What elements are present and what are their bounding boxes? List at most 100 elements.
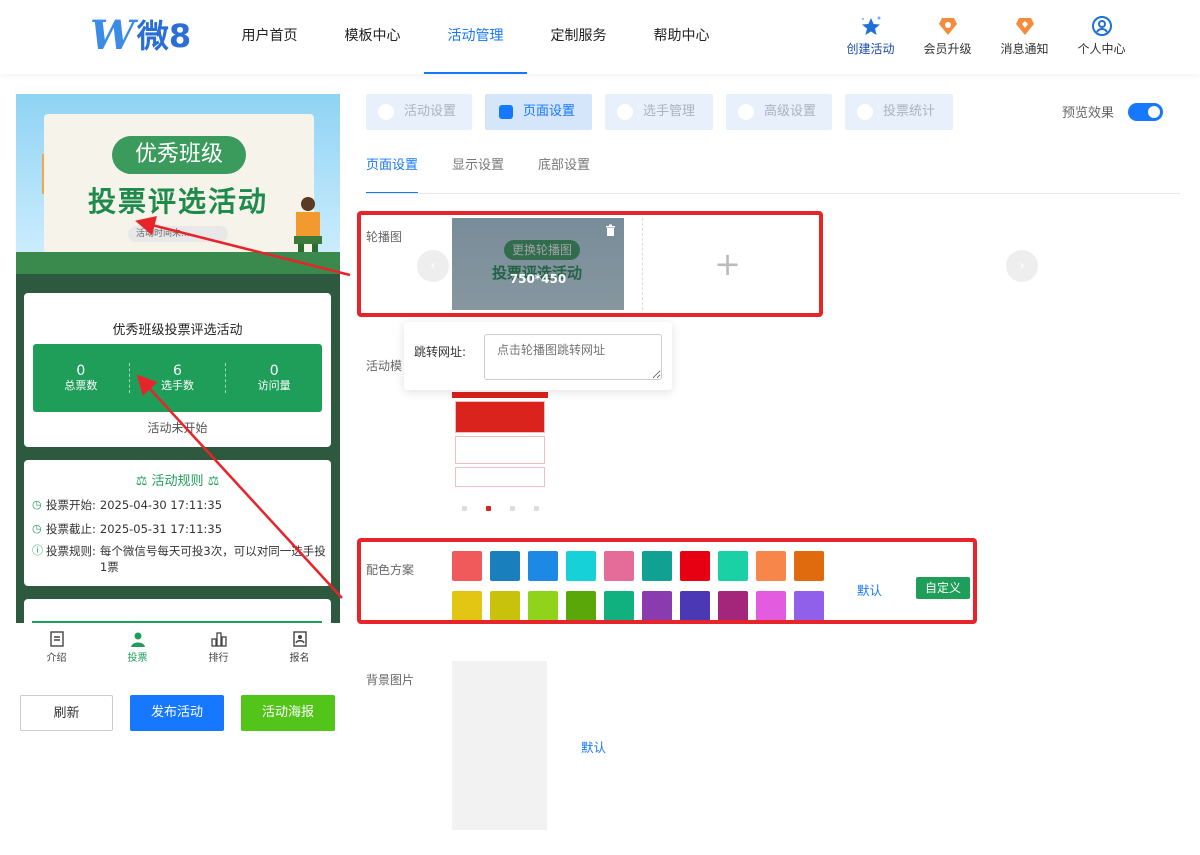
summary-card: 优秀班级投票评选活动 0 总票数 6 选手数 0 访问量 活动未开始 xyxy=(24,293,331,447)
tab-page[interactable]: 页面设置 xyxy=(366,156,419,193)
stat-label: 总票数 xyxy=(64,379,98,392)
rule-key: 投票规则: xyxy=(46,544,96,558)
tab-advanced-settings[interactable]: 高级设置 xyxy=(726,94,832,130)
tab-ranking[interactable]: 排行 xyxy=(178,623,259,669)
template-label: 活动模 xyxy=(366,359,403,373)
thumb-top xyxy=(452,392,548,398)
info-icon: ⓘ xyxy=(32,544,43,557)
thumb-box xyxy=(455,467,545,487)
notifications-label: 消息通知 xyxy=(1000,42,1049,56)
preview-toggle-label: 预览效果 xyxy=(1062,106,1115,121)
tab-display[interactable]: 显示设置 xyxy=(452,156,504,193)
main-nav: 用户首页 模板中心 活动管理 定制服务 帮助中心 xyxy=(218,0,733,74)
jump-url-input[interactable] xyxy=(484,334,662,380)
member-upgrade-label: 会员升级 xyxy=(923,42,972,56)
logo-text: 微8 xyxy=(136,17,192,55)
rule-row: ◷ 投票开始: 2025-04-30 17:11:35 xyxy=(32,497,331,513)
stat-value: 0 xyxy=(269,363,279,379)
rules-heading-text: 活动规则 xyxy=(151,474,204,489)
activity-title: 优秀班级投票评选活动 xyxy=(112,323,243,338)
tab-ranking-label: 排行 xyxy=(208,653,229,664)
stat-total-votes: 0 总票数 xyxy=(33,363,129,393)
background-image-slot[interactable] xyxy=(452,661,547,830)
nav-item-activity-management[interactable]: 活动管理 xyxy=(424,0,527,74)
refresh-button[interactable]: 刷新 xyxy=(20,695,113,731)
bar-chart-icon xyxy=(210,632,227,647)
poster-button[interactable]: 活动海报 xyxy=(241,695,335,731)
stat-label: 访问量 xyxy=(257,379,291,392)
tab-vote[interactable]: 投票 xyxy=(97,623,178,669)
tab-label: 页面设置 xyxy=(523,104,576,119)
logo-w: W xyxy=(90,12,135,59)
activity-status: 活动未开始 xyxy=(147,421,208,435)
default-background-link[interactable]: 默认 xyxy=(581,737,606,756)
rule-value: 每个微信号每天可投3次，可以对同一选手投1票 xyxy=(99,544,326,574)
logo[interactable]: W 微8 xyxy=(90,16,191,56)
header-tools: 创建活动 会员升级 消息通知 个人中心 xyxy=(832,14,1140,57)
badge-icon xyxy=(909,14,986,38)
tab-intro-label: 介绍 xyxy=(46,653,67,664)
preview-toggle[interactable] xyxy=(1128,103,1163,121)
page-settings-tabs: 页面设置 显示设置 底部设置 xyxy=(366,156,1180,194)
tab-label: 高级设置 xyxy=(764,104,817,119)
banner-pill: 优秀班级 xyxy=(112,136,246,174)
member-upgrade-button[interactable]: 会员升级 xyxy=(909,14,986,57)
stat-value: 0 xyxy=(76,363,86,379)
banner-time: 活动时间未... xyxy=(128,226,228,242)
rule-row: ⓘ 投票规则: 每个微信号每天可投3次，可以对同一选手投1票 xyxy=(32,543,331,575)
tab-page-settings[interactable]: 页面设置 xyxy=(485,94,592,130)
tab-label: 选手管理 xyxy=(643,104,696,119)
preview-actions: 刷新 发布活动 活动海报 xyxy=(20,695,335,731)
nav-item-custom-service[interactable]: 定制服务 xyxy=(527,0,630,74)
create-activity-button[interactable]: 创建活动 xyxy=(832,14,909,57)
user-icon xyxy=(617,104,633,120)
settings-tabs: 活动设置 页面设置 选手管理 高级设置 投票统计 xyxy=(366,94,966,130)
profile-button[interactable]: 个人中心 xyxy=(1063,14,1140,57)
tab-activity-settings[interactable]: 活动设置 xyxy=(366,94,472,130)
mobile-preview: 优秀班级 投票评选活动 活动时间未... 优秀班级投票评选活动 0 总票数 6 … xyxy=(16,94,340,628)
profile-label: 个人中心 xyxy=(1077,42,1126,56)
stat-value: 6 xyxy=(173,363,182,379)
tab-footer[interactable]: 底部设置 xyxy=(538,156,590,193)
stats-icon xyxy=(857,104,873,120)
star-icon xyxy=(832,14,909,38)
settings-icon xyxy=(378,104,394,120)
publish-button[interactable]: 发布活动 xyxy=(130,695,224,731)
tab-signup[interactable]: 报名 xyxy=(259,623,340,669)
rules-heading: ⚖ 活动规则 ⚖ xyxy=(135,474,220,489)
user-icon xyxy=(130,632,145,647)
rule-row: ◷ 投票截止: 2025-05-31 17:11:35 xyxy=(32,521,331,537)
stat-contestants: 6 选手数 xyxy=(128,363,226,393)
preview-tabbar: 介绍 投票 排行 报名 xyxy=(16,623,340,669)
tab-vote-label: 投票 xyxy=(127,653,148,664)
carousel-next-button[interactable]: › xyxy=(1006,250,1038,282)
rule-key: 投票截止: xyxy=(46,522,96,536)
nav-item-help[interactable]: 帮助中心 xyxy=(630,0,733,74)
id-card-icon xyxy=(292,631,307,647)
sliders-icon xyxy=(738,104,754,120)
tab-vote-statistics[interactable]: 投票统计 xyxy=(845,94,953,130)
nav-item-templates[interactable]: 模板中心 xyxy=(321,0,424,74)
thumb-box xyxy=(455,436,545,464)
user-circle-icon xyxy=(1063,14,1140,38)
tab-contestant-management[interactable]: 选手管理 xyxy=(605,94,713,130)
bell-badge-icon xyxy=(986,14,1063,38)
jump-url-label: 跳转网址: xyxy=(414,345,467,359)
rule-key: 投票开始: xyxy=(46,498,96,512)
notifications-button[interactable]: 消息通知 xyxy=(986,14,1063,57)
nav-item-home[interactable]: 用户首页 xyxy=(218,0,321,74)
template-thumbnail[interactable] xyxy=(452,392,548,514)
stat-label: 选手数 xyxy=(161,379,194,392)
tab-signup-label: 报名 xyxy=(289,653,310,664)
banner-grass xyxy=(16,252,340,274)
background-label: 背景图片 xyxy=(366,673,415,687)
jump-url-popover: 跳转网址: xyxy=(404,322,672,390)
clock-icon: ◷ xyxy=(32,522,42,535)
preview-banner: 优秀班级 投票评选活动 活动时间未... xyxy=(16,94,340,274)
rules-card: ⚖ 活动规则 ⚖ ◷ 投票开始: 2025-04-30 17:11:35 ◷ 投… xyxy=(24,460,331,586)
top-navbar: W 微8 用户首页 模板中心 活动管理 定制服务 帮助中心 创建活动 会员升级 … xyxy=(0,0,1200,74)
tab-intro[interactable]: 介绍 xyxy=(16,623,97,669)
tab-label: 投票统计 xyxy=(883,104,936,119)
annotation-box-carousel xyxy=(357,211,823,317)
rule-value: 2025-05-31 17:11:35 xyxy=(99,522,223,536)
